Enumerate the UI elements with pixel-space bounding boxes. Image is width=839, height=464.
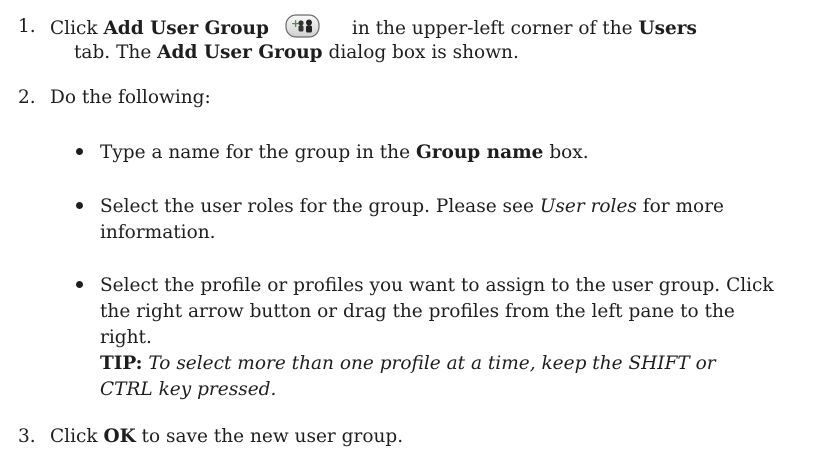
user-roles-reference: User roles	[539, 196, 637, 217]
step-text: Click OK to save the new user group.	[50, 424, 820, 450]
tip-line: TIP: To select more than one profile at …	[100, 351, 800, 377]
add-user-group-label: Add User Group	[103, 18, 269, 39]
bullet-text-line: right.	[100, 327, 152, 348]
users-tab-label: Users	[638, 18, 697, 39]
bullet-dot	[76, 202, 83, 209]
instruction-page: 1. Click Add User Group + in the upper-l…	[0, 0, 839, 464]
bullet-dot	[76, 148, 83, 155]
step-number: 2.	[18, 87, 36, 108]
bullet-text-part: Type a name for the group in the	[100, 142, 416, 163]
step-text-continued: tab. The Add User Group dialog box is sh…	[74, 40, 839, 66]
tip-label: TIP:	[100, 353, 143, 374]
step-text: Click Add User Group + in the upper-left…	[50, 14, 820, 42]
step-text-part: Click	[50, 18, 104, 39]
bullet-text-part: Select the user roles for the group. Ple…	[100, 196, 540, 217]
step-text-part: in the upper-left corner of the	[351, 18, 639, 39]
step-text-part: tab. The	[74, 42, 158, 63]
step-number: 3.	[18, 426, 36, 447]
tip-line: CTRL key pressed.	[100, 377, 800, 403]
tip-text: To select more than one profile at a tim…	[142, 353, 716, 374]
bullet-text-part: for more	[636, 196, 724, 217]
step-text: Do the following:	[50, 87, 211, 108]
bullet-text-part: box.	[543, 142, 589, 163]
add-user-group-icon: +	[285, 14, 320, 38]
bullet-text: Select the profile or profiles you want …	[100, 273, 800, 403]
step-text-part: to save the new user group.	[135, 426, 404, 447]
bullet-text-line: the right arrow button or drag the profi…	[100, 301, 735, 322]
step-number: 1.	[18, 16, 36, 37]
bullet-text-line: Select the profile or profiles you want …	[100, 275, 774, 296]
step-text-part: Click	[50, 426, 104, 447]
dialog-name-label: Add User Group	[157, 42, 323, 63]
bullet-text: Type a name for the group in the Group n…	[100, 140, 800, 166]
bullet-text: Select the user roles for the group. Ple…	[100, 194, 800, 246]
group-name-label: Group name	[415, 142, 544, 163]
tip-text: CTRL key pressed.	[100, 379, 277, 400]
step-text-part: dialog box is shown.	[322, 42, 519, 63]
bullet-text-line: information.	[100, 222, 216, 243]
bullet-dot	[76, 281, 83, 288]
ok-label: OK	[103, 426, 136, 447]
